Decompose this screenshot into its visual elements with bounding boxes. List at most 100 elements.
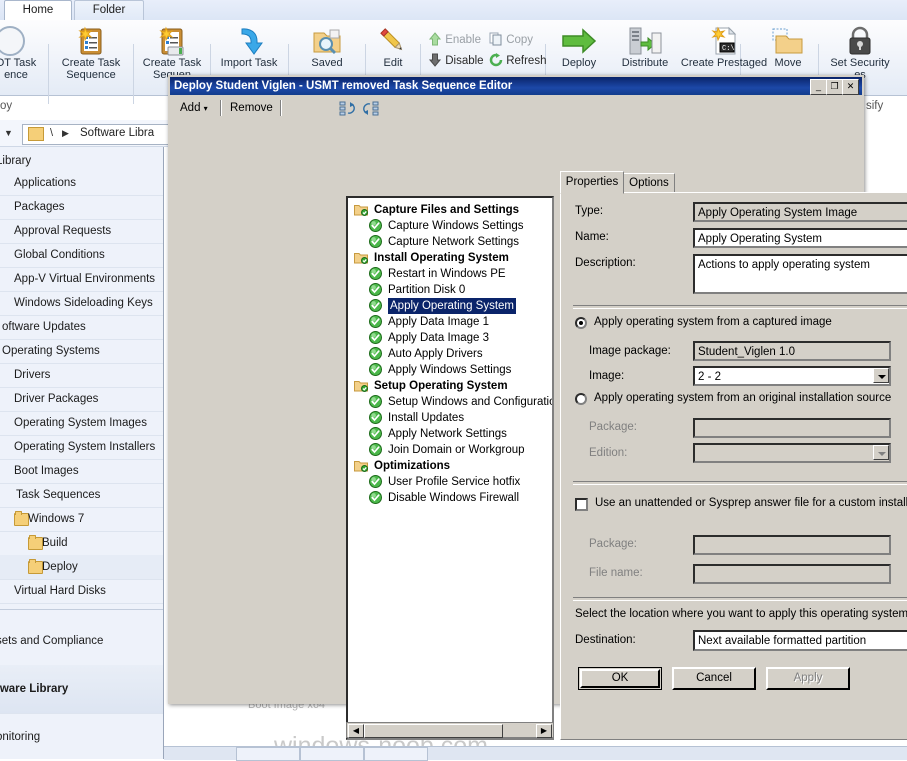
ribbon-partial-right-label: sify	[866, 100, 884, 112]
ribbon-tab-home[interactable]: Home	[4, 0, 72, 22]
nav-item[interactable]: Approval Requests	[0, 219, 163, 244]
nav-item[interactable]: Deploy	[0, 555, 163, 580]
move-folder-icon	[772, 28, 803, 54]
ribbon-button-import-task-sequence[interactable]: Import Task	[212, 25, 286, 69]
description-input[interactable]: Actions to apply operating system	[693, 254, 907, 294]
ribbon-button-create-task-sequence-media[interactable]: Create Task Sequen	[136, 25, 208, 81]
image-combo[interactable]: 2 - 2	[693, 366, 891, 386]
ribbon-button-distribute-content[interactable]: Distribute	[612, 25, 678, 69]
destination-label: Destination:	[575, 634, 636, 646]
nav-item[interactable]: Operating System Installers	[0, 435, 163, 460]
step-enabled-icon	[369, 347, 382, 360]
tree-horizontal-scrollbar[interactable]: ◀ ▶	[346, 722, 554, 738]
workspace-item[interactable]: sets and Compliance	[0, 617, 163, 666]
ribbon-button-saved-searches[interactable]: Saved	[290, 25, 364, 69]
task-sequence-editor-dialog: Deploy Student Viglen - USMT removed Tas…	[168, 75, 907, 740]
nav-item[interactable]: Windows 7	[0, 507, 163, 532]
ribbon-label: Import Task	[220, 57, 278, 69]
ribbon-tab-folder[interactable]: Folder	[74, 0, 144, 21]
create-prestaged-media-icon: C:\	[711, 26, 737, 55]
ribbon-label: Sequence	[66, 69, 116, 81]
nav-item[interactable]: Packages	[0, 195, 163, 220]
ribbon-label: Set Security	[830, 57, 890, 69]
task-sequence-tree[interactable]: Capture Files and Settings Capture Window…	[346, 196, 554, 740]
workspace-item[interactable]: tware Library	[0, 665, 163, 714]
breadcrumb-root[interactable]: \	[50, 127, 53, 139]
add-button[interactable]: Add ▾	[176, 100, 212, 116]
ribbon-button-set-security-scopes[interactable]: Set Security es	[820, 25, 900, 81]
folder-icon	[28, 127, 44, 141]
nav-item[interactable]: Task Sequences	[0, 483, 163, 508]
nav-item[interactable]: Global Conditions	[0, 243, 163, 268]
move-down-icon[interactable]	[363, 101, 379, 116]
edition-label: Edition:	[589, 447, 628, 459]
nav-item[interactable]: Driver Packages	[0, 387, 163, 412]
tab-options[interactable]: Options	[623, 173, 675, 193]
folder-icon	[28, 559, 43, 574]
edit-pencil-icon	[380, 28, 403, 51]
move-up-icon[interactable]	[339, 101, 355, 116]
nav-item[interactable]: oftware Updates	[0, 315, 163, 340]
chevron-down-icon[interactable]: ▼	[4, 128, 13, 138]
nav-item-label: Windows Sideloading Keys	[14, 297, 153, 309]
dialog-toolbar: Add ▾ Remove	[172, 97, 860, 119]
radio-original-source[interactable]	[575, 393, 587, 405]
nav-item[interactable]: Windows Sideloading Keys	[0, 291, 163, 316]
step-enabled-icon	[369, 475, 382, 488]
ribbon-button-create-prestaged-media[interactable]: C:\ Create Prestaged	[680, 25, 768, 69]
type-field: Apply Operating System Image	[693, 202, 907, 222]
dialog-tab-strip: Properties Options	[560, 171, 860, 194]
workspace-item[interactable]: onitoring	[0, 713, 163, 759]
maximize-button[interactable]: ❐	[826, 79, 843, 95]
ribbon-small-enable[interactable]: Enable	[428, 32, 481, 46]
deploy-arrow-icon	[562, 28, 597, 54]
nav-item[interactable]: Operating Systems	[0, 339, 163, 364]
ribbon-small-disable[interactable]: Disable	[428, 53, 484, 67]
tree-node-label: Restart in Windows PE	[388, 268, 506, 280]
unattend-checkbox-label: Use an unattended or Sysprep answer file…	[595, 497, 907, 509]
ribbon-button-move[interactable]: Move	[760, 25, 816, 69]
remove-button[interactable]: Remove	[226, 100, 277, 116]
ribbon-label: Deploy	[561, 57, 597, 69]
nav-item[interactable]: Drivers	[0, 363, 163, 388]
nav-item[interactable]: Operating System Images	[0, 411, 163, 436]
cancel-button[interactable]: Cancel	[672, 667, 756, 690]
tab-properties[interactable]: Properties	[560, 171, 624, 194]
nav-item[interactable]: Build	[0, 531, 163, 556]
minimize-button[interactable]: _	[810, 79, 827, 95]
nav-item-label: Applications	[14, 177, 77, 189]
breadcrumb-path[interactable]: Software Libra	[80, 127, 154, 139]
scroll-left-icon[interactable]: ◀	[348, 724, 364, 738]
ribbon-small-copy[interactable]: Copy	[489, 32, 533, 46]
ribbon-button-deploy[interactable]: Deploy	[548, 25, 610, 69]
step-enabled-icon	[369, 315, 382, 328]
distribute-content-icon	[629, 27, 662, 55]
ribbon-small-refresh[interactable]: Refresh	[489, 53, 546, 67]
cancel-label: Cancel	[696, 672, 732, 684]
step-enabled-icon	[369, 283, 382, 296]
unattend-checkbox[interactable]	[575, 498, 588, 511]
ribbon-tab-folder-label: Folder	[92, 4, 126, 16]
scrollbar-thumb[interactable]	[364, 724, 503, 738]
nav-item[interactable]: App-V Virtual Environments	[0, 267, 163, 292]
chevron-right-icon[interactable]: ▶	[62, 128, 69, 139]
tree-node-label: Capture Network Settings	[388, 236, 520, 248]
workspace-label: tware Library	[0, 683, 69, 695]
scroll-right-icon[interactable]: ▶	[536, 724, 552, 738]
image-combo-arrow-icon[interactable]	[873, 368, 889, 383]
ok-button[interactable]: OK	[578, 667, 662, 690]
nav-item[interactable]: Boot Images	[0, 459, 163, 484]
radio-captured-image[interactable]	[575, 317, 587, 329]
ribbon-button-create-task-sequence[interactable]: Create Task Sequence	[52, 25, 130, 81]
ribbon-button-ot-task-sequence[interactable]: OT Task ence	[0, 25, 48, 81]
close-icon: ✕	[846, 81, 855, 91]
nav-item[interactable]: Applications	[0, 171, 163, 196]
nav-item[interactable]: Virtual Hard Disks	[0, 579, 163, 604]
ribbon-button-edit[interactable]: Edit	[367, 25, 419, 69]
destination-combo[interactable]: Next available formatted partition	[693, 630, 907, 651]
name-input[interactable]: Apply Operating System	[693, 228, 907, 248]
ribbon-partial-left-label: oy	[0, 100, 13, 112]
nav-divider	[0, 609, 163, 610]
close-button[interactable]: ✕	[842, 79, 859, 95]
chevron-down-icon: ▾	[203, 104, 208, 113]
